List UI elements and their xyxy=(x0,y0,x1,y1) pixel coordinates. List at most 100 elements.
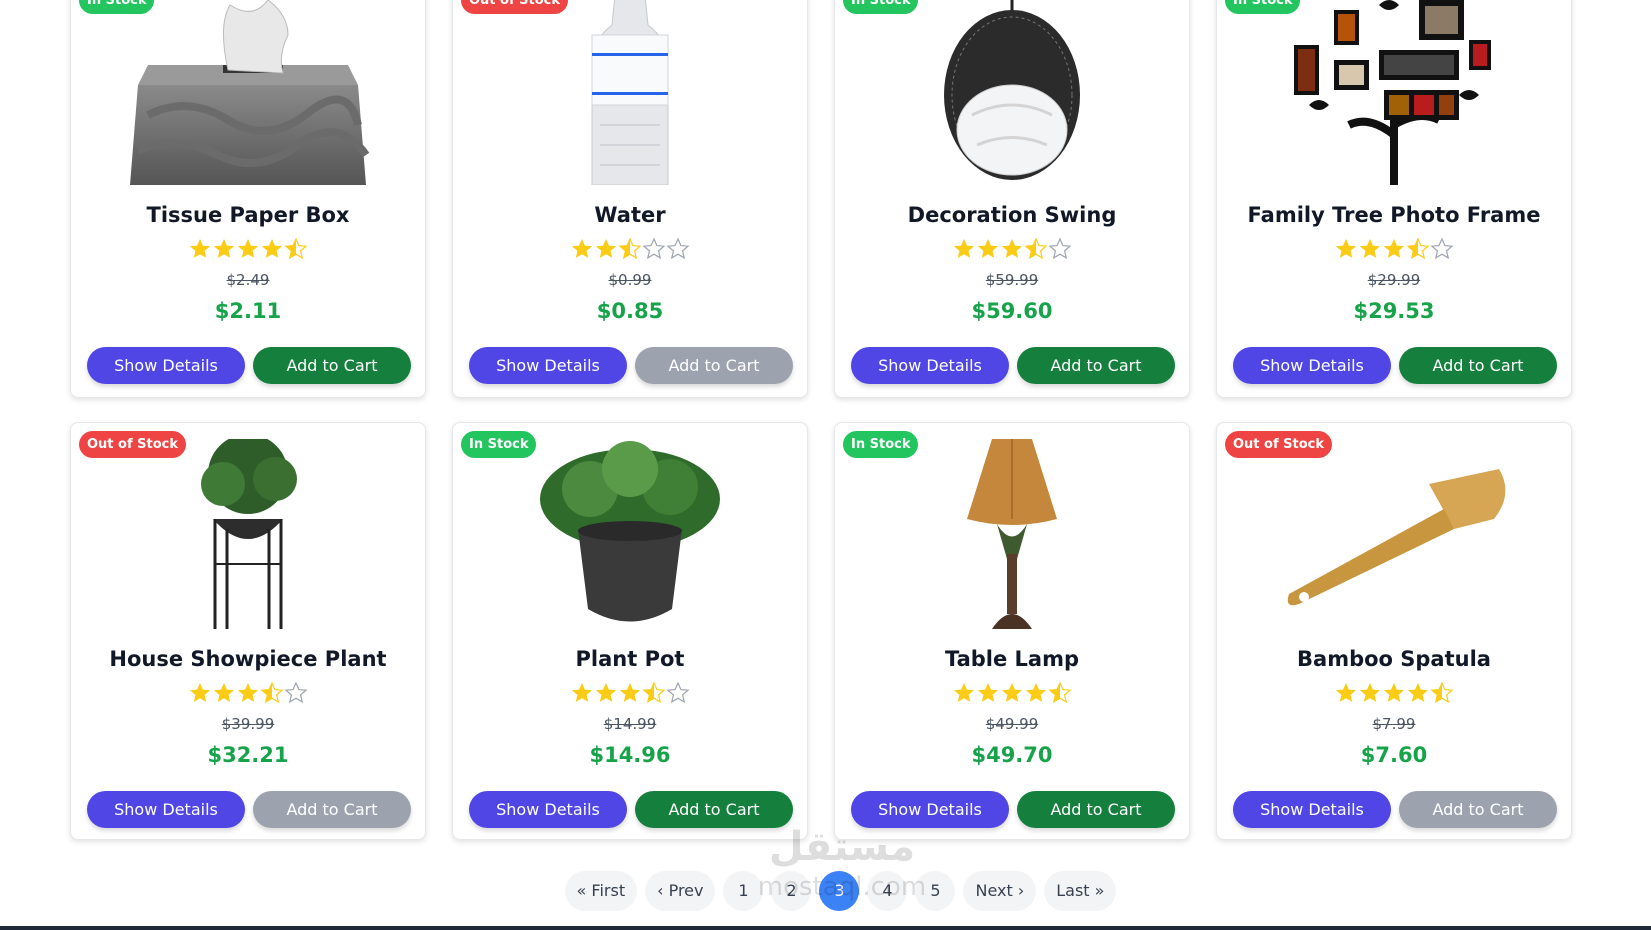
show-details-button[interactable]: Show Details xyxy=(469,347,627,384)
product-image[interactable] xyxy=(851,0,1173,185)
star-full-icon xyxy=(1000,237,1024,261)
stock-badge: Out of Stock xyxy=(1225,431,1333,458)
add-to-cart-button[interactable]: Add to Cart xyxy=(253,791,411,828)
product-title: Plant Pot xyxy=(575,647,685,671)
star-half-icon xyxy=(618,237,642,261)
star-full-icon xyxy=(212,237,236,261)
page-5-button[interactable]: 5 xyxy=(915,871,956,911)
original-price: $0.99 xyxy=(608,271,652,289)
show-details-button[interactable]: Show Details xyxy=(851,347,1009,384)
star-half-icon xyxy=(260,681,284,705)
original-price: $7.99 xyxy=(1372,715,1416,733)
product-title: House Showpiece Plant xyxy=(109,647,387,671)
star-full-icon xyxy=(1358,681,1382,705)
add-to-cart-button[interactable]: Add to Cart xyxy=(1017,791,1175,828)
page-3-button[interactable]: 3 xyxy=(819,871,860,911)
stock-badge: In Stock xyxy=(843,0,919,14)
stock-badge: Out of Stock xyxy=(461,0,569,14)
product-image[interactable] xyxy=(87,439,409,629)
page-2-button[interactable]: 2 xyxy=(771,871,812,911)
star-half-icon xyxy=(1024,237,1048,261)
star-full-icon xyxy=(1382,237,1406,261)
original-price: $14.99 xyxy=(603,715,657,733)
show-details-button[interactable]: Show Details xyxy=(1233,347,1391,384)
star-half-icon xyxy=(1430,681,1454,705)
spatula-icon xyxy=(1287,469,1506,606)
product-card: In Stock Family Tree Photo Frame $29.99 … xyxy=(1216,0,1572,398)
stock-badge: In Stock xyxy=(79,0,155,14)
stock-badge: In Stock xyxy=(461,431,537,458)
product-image[interactable] xyxy=(469,439,791,629)
star-half-icon xyxy=(284,237,308,261)
show-details-button[interactable]: Show Details xyxy=(87,791,245,828)
product-image[interactable] xyxy=(1233,439,1555,629)
prev-page-button[interactable]: ‹ Prev xyxy=(645,871,716,911)
star-full-icon xyxy=(570,237,594,261)
page-1-button[interactable]: 1 xyxy=(723,871,764,911)
product-card: Out of Stock House Showpiece Plant $39.9… xyxy=(70,422,426,840)
star-full-icon xyxy=(188,237,212,261)
product-image[interactable] xyxy=(1233,0,1555,185)
sale-price: $14.96 xyxy=(589,743,671,767)
product-image[interactable] xyxy=(87,0,409,185)
star-half-icon xyxy=(1048,681,1072,705)
plant-stand-icon xyxy=(201,439,297,629)
next-page-button[interactable]: Next › xyxy=(963,871,1037,911)
show-details-button[interactable]: Show Details xyxy=(469,791,627,828)
rating-stars xyxy=(1217,681,1571,710)
star-empty-icon xyxy=(284,681,308,705)
sale-price: $7.60 xyxy=(1360,743,1428,767)
sale-price: $2.11 xyxy=(214,299,282,323)
swing-chair-icon xyxy=(944,0,1080,180)
stock-badge: In Stock xyxy=(1225,0,1301,14)
star-full-icon xyxy=(188,681,212,705)
star-half-icon xyxy=(1406,237,1430,261)
star-full-icon xyxy=(1024,681,1048,705)
rating-stars xyxy=(1217,237,1571,266)
add-to-cart-button[interactable]: Add to Cart xyxy=(1399,791,1557,828)
sale-price: $59.60 xyxy=(971,299,1053,323)
add-to-cart-button[interactable]: Add to Cart xyxy=(635,791,793,828)
page-4-button[interactable]: 4 xyxy=(867,871,908,911)
star-full-icon xyxy=(594,237,618,261)
product-image[interactable] xyxy=(469,0,791,185)
star-full-icon xyxy=(212,681,236,705)
add-to-cart-button[interactable]: Add to Cart xyxy=(1399,347,1557,384)
product-card: In Stock Decoration Swing $59.99 $59.60 … xyxy=(834,0,1190,398)
show-details-button[interactable]: Show Details xyxy=(851,791,1009,828)
add-to-cart-button[interactable]: Add to Cart xyxy=(635,347,793,384)
star-full-icon xyxy=(236,237,260,261)
star-half-icon xyxy=(642,681,666,705)
rating-stars xyxy=(71,237,425,266)
sale-price: $29.53 xyxy=(1353,299,1435,323)
star-full-icon xyxy=(594,681,618,705)
star-empty-icon xyxy=(1048,237,1072,261)
plant-pot-icon xyxy=(540,441,720,622)
show-details-button[interactable]: Show Details xyxy=(87,347,245,384)
product-title: Tissue Paper Box xyxy=(146,203,350,227)
star-full-icon xyxy=(1406,681,1430,705)
sale-price: $32.21 xyxy=(207,743,289,767)
star-full-icon xyxy=(1382,681,1406,705)
product-card: In Stock Table Lamp $49.99 $49.70 Show D… xyxy=(834,422,1190,840)
star-full-icon xyxy=(976,237,1000,261)
star-full-icon xyxy=(1000,681,1024,705)
add-to-cart-button[interactable]: Add to Cart xyxy=(1017,347,1175,384)
first-page-button[interactable]: « First xyxy=(564,871,638,911)
rating-stars xyxy=(835,237,1189,266)
star-full-icon xyxy=(1334,237,1358,261)
star-full-icon xyxy=(976,681,1000,705)
pagination: « First ‹ Prev 1 2 3 4 5 Next › Last » xyxy=(0,871,1651,911)
original-price: $59.99 xyxy=(985,271,1039,289)
star-full-icon xyxy=(1334,681,1358,705)
product-title: Decoration Swing xyxy=(907,203,1117,227)
rating-stars xyxy=(71,681,425,710)
product-image[interactable] xyxy=(851,439,1173,629)
show-details-button[interactable]: Show Details xyxy=(1233,791,1391,828)
water-bottle-icon xyxy=(591,0,669,185)
photo-frame-tree-icon xyxy=(1294,0,1491,185)
add-to-cart-button[interactable]: Add to Cart xyxy=(253,347,411,384)
product-card: Out of Stock Bamboo Spatula $7.99 $7.60 … xyxy=(1216,422,1572,840)
last-page-button[interactable]: Last » xyxy=(1044,871,1117,911)
star-full-icon xyxy=(260,237,284,261)
